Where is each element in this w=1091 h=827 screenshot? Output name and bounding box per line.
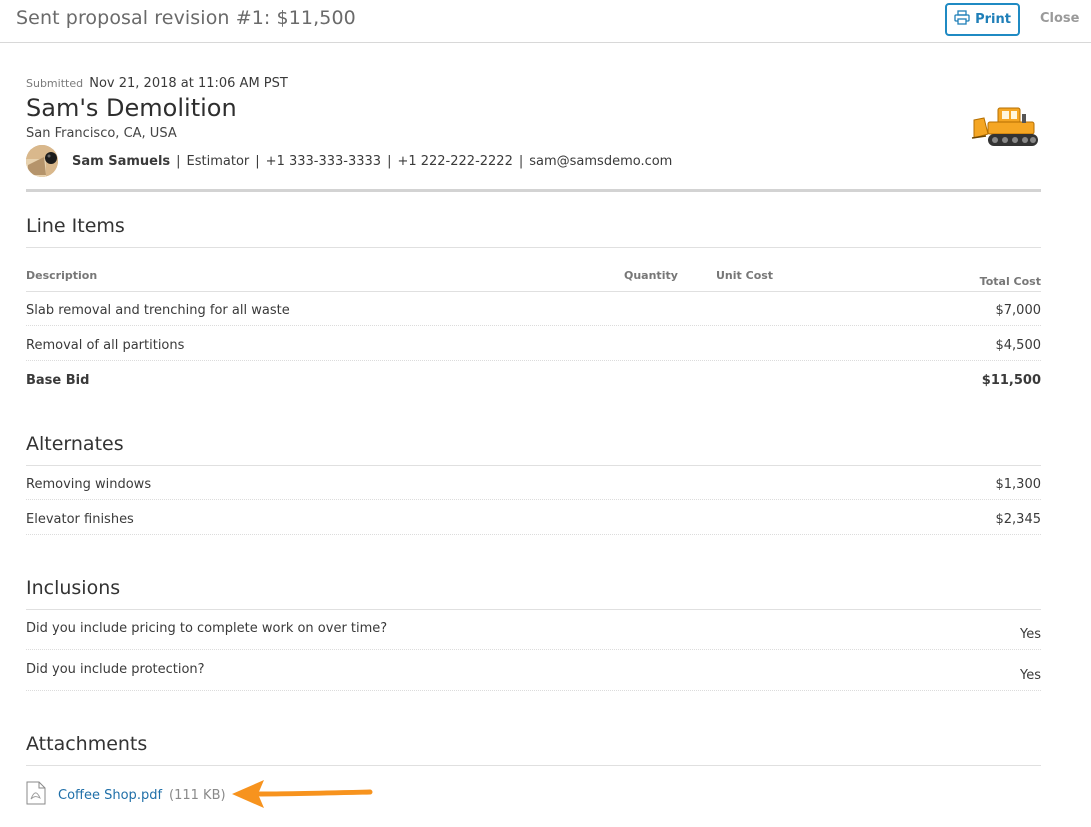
company-location: San Francisco, CA, USA (26, 126, 177, 141)
inclusion-answer: Yes (1020, 668, 1041, 683)
inclusion-answer: Yes (1020, 627, 1041, 642)
column-header-description: Description (26, 269, 98, 282)
contact-email: sam@samsdemo.com (529, 154, 673, 169)
column-header-total-cost: Total Cost (979, 275, 1041, 288)
attachment-link[interactable]: Coffee Shop.pdf (58, 788, 162, 803)
separator: | (518, 154, 524, 169)
divider (26, 360, 1041, 361)
divider (26, 325, 1041, 326)
print-button-label: Print (975, 12, 1011, 27)
alternates-title: Alternates (26, 433, 124, 455)
submitted-label: Submitted (26, 77, 84, 90)
separator: | (387, 154, 392, 169)
header-divider (26, 189, 1041, 192)
alternate-total: $2,345 (995, 512, 1042, 527)
page-title: Sent proposal revision #1: $11,500 (16, 7, 356, 29)
line-item-total: $4,500 (995, 338, 1042, 353)
line-item-description: Removal of all partitions (26, 338, 185, 353)
column-header-quantity: Quantity (624, 269, 678, 282)
separator: | (176, 154, 181, 169)
attachment-size: (111 KB) (169, 787, 226, 803)
alternate-total: $1,300 (995, 477, 1042, 492)
printer-icon (954, 10, 970, 29)
contact-name: Sam Samuels (72, 154, 171, 169)
divider (26, 247, 1041, 248)
company-name: Sam's Demolition (26, 94, 237, 122)
divider (26, 649, 1041, 650)
bulldozer-logo-icon (970, 104, 1042, 154)
line-items-title: Line Items (26, 215, 125, 237)
divider (26, 534, 1041, 535)
separator: | (255, 154, 260, 169)
divider (26, 690, 1041, 691)
divider (26, 499, 1041, 500)
pdf-file-icon (26, 781, 46, 809)
column-header-unit-cost: Unit Cost (716, 269, 774, 282)
modal-header: Sent proposal revision #1: $11,500 Print… (0, 0, 1091, 43)
contact-line: Sam Samuels | Estimator | +1 333-333-3333 | +1… (72, 154, 672, 169)
divider (26, 291, 1041, 292)
alternate-description: Elevator finishes (26, 512, 134, 527)
line-item-description: Slab removal and trenching for all waste (26, 303, 290, 318)
submitted-line: Submitted Nov 21, 2018 at 11:06 AM PST (26, 76, 288, 91)
base-bid-label: Base Bid (26, 373, 90, 388)
inclusion-question: Did you include protection? (26, 662, 205, 677)
contact-role: Estimator (186, 154, 250, 169)
contact-phone-2: +1 222-222-2222 (397, 154, 513, 169)
avatar (26, 145, 58, 177)
attachment-item[interactable]: Coffee Shop.pdf (111 KB) (26, 781, 226, 809)
submitted-date: Nov 21, 2018 at 11:06 AM PST (89, 76, 288, 91)
contact-phone-1: +1 333-333-3333 (265, 154, 382, 169)
attachments-title: Attachments (26, 733, 148, 755)
print-button[interactable]: Print (945, 3, 1020, 36)
divider (26, 765, 1041, 766)
alternate-description: Removing windows (26, 477, 152, 492)
divider (26, 465, 1041, 466)
inclusion-question: Did you include pricing to complete work… (26, 621, 388, 636)
close-button[interactable]: Close (1040, 11, 1079, 26)
divider (26, 609, 1041, 610)
arrow-icon (228, 776, 376, 818)
inclusions-title: Inclusions (26, 577, 121, 599)
base-bid-total: $11,500 (981, 373, 1041, 388)
line-item-total: $7,000 (995, 303, 1042, 318)
